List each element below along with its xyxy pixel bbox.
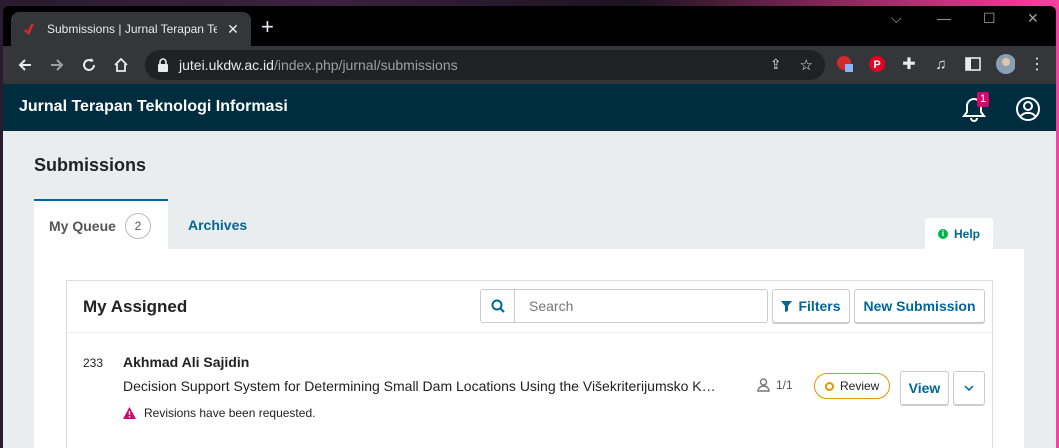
submission-title: Decision Support System for Determining … [123, 378, 716, 394]
browser-window: Submissions | Jurnal Terapan Tekno ✕ + ⌵… [3, 6, 1056, 448]
revision-notice: Revisions have been requested. [123, 406, 315, 420]
warning-icon [123, 407, 136, 419]
filters-button[interactable]: Filters [772, 289, 850, 323]
reload-icon[interactable] [73, 49, 105, 81]
help-label: Help [953, 227, 980, 241]
back-icon[interactable] [9, 49, 41, 81]
submission-id: 233 [83, 356, 104, 370]
info-icon: i [937, 229, 948, 239]
extension-red-icon[interactable] [835, 54, 855, 74]
submission-author: Akhmad Ali Sajidin [123, 354, 250, 370]
browser-menu-icon[interactable]: ⋮ [1027, 54, 1047, 74]
list-header: My Assigned Filters New Submission [67, 281, 992, 333]
participants-count: 1/1 [776, 378, 793, 392]
svg-text:P: P [873, 59, 880, 71]
main-content: Submissions My Queue 2 Archives i Help M… [3, 131, 1056, 448]
extensions-puzzle-icon[interactable]: ✚ [899, 54, 919, 74]
search-icon[interactable] [481, 290, 515, 322]
filters-label: Filters [798, 298, 841, 314]
browser-toolbar: jutei.ukdw.ac.id/index.php/jurnal/submis… [3, 46, 1056, 84]
tab-my-queue-label: My Queue [49, 217, 116, 234]
profile-avatar[interactable] [995, 54, 1015, 74]
tab-title: Submissions | Jurnal Terapan Tekno [47, 22, 217, 36]
site-header: Jurnal Terapan Teknologi Informasi 1 [3, 84, 1056, 131]
bookmark-star-icon[interactable]: ☆ [800, 56, 813, 74]
chevron-down-icon [964, 385, 974, 391]
search-input[interactable] [515, 290, 767, 322]
page-title: Submissions [34, 155, 147, 175]
url-path: /index.php/jurnal/submissions [273, 57, 458, 73]
address-bar[interactable]: jutei.ukdw.ac.id/index.php/jurnal/submis… [145, 50, 825, 80]
list-item[interactable]: 233 Akhmad Ali Sajidin Decision Support … [67, 334, 992, 448]
site-favicon-icon [24, 24, 34, 35]
user-icon [757, 378, 770, 392]
site-title[interactable]: Jurnal Terapan Teknologi Informasi [19, 98, 288, 116]
tab-strip: Submissions | Jurnal Terapan Tekno ✕ + ⌵… [3, 6, 1056, 46]
share-icon[interactable]: ⇪ [770, 56, 782, 74]
close-tab-icon[interactable]: ✕ [225, 21, 241, 38]
queue-count-badge: 2 [124, 212, 151, 239]
maximize-icon[interactable]: ☐ [983, 10, 996, 27]
pinterest-icon[interactable]: P [867, 54, 887, 74]
help-button[interactable]: i Help [925, 218, 993, 250]
submissions-list: My Assigned Filters New Submission [66, 280, 993, 448]
web-page: Jurnal Terapan Teknologi Informasi 1 Sub… [3, 84, 1056, 448]
close-window-icon[interactable]: ✕ [1027, 10, 1039, 27]
notification-count-badge: 1 [977, 92, 989, 107]
url-text: jutei.ukdw.ac.id/index.php/jurnal/submis… [179, 57, 458, 73]
url-host: jutei.ukdw.ac.id [179, 57, 274, 73]
lock-icon [158, 58, 168, 72]
search-box [480, 289, 768, 323]
side-panel-icon[interactable] [963, 54, 983, 74]
revision-notice-text: Revisions have been requested. [144, 406, 316, 420]
minimize-icon[interactable]: — [937, 10, 951, 26]
participants-indicator: 1/1 [757, 378, 793, 392]
filter-icon [781, 300, 793, 312]
status-badge: Review [814, 373, 891, 399]
expand-row-button[interactable] [953, 371, 985, 405]
new-submission-button[interactable]: New Submission [854, 289, 985, 323]
tab-archives[interactable]: Archives [188, 199, 247, 250]
tab-panel: My Assigned Filters New Submission [34, 249, 1024, 448]
user-account-icon[interactable] [1015, 96, 1041, 122]
list-title: My Assigned [83, 297, 188, 316]
browser-tab[interactable]: Submissions | Jurnal Terapan Tekno ✕ [11, 12, 251, 46]
media-control-icon[interactable]: ♫ [931, 54, 951, 74]
new-tab-icon[interactable]: + [261, 16, 274, 38]
tab-search-icon[interactable]: ⌵ [891, 10, 902, 27]
tab-my-queue[interactable]: My Queue 2 [34, 199, 168, 250]
forward-icon[interactable] [41, 49, 73, 81]
view-button[interactable]: View [900, 371, 949, 405]
status-dot-icon [825, 381, 834, 391]
status-label: Review [840, 379, 880, 393]
home-icon[interactable] [105, 49, 137, 81]
